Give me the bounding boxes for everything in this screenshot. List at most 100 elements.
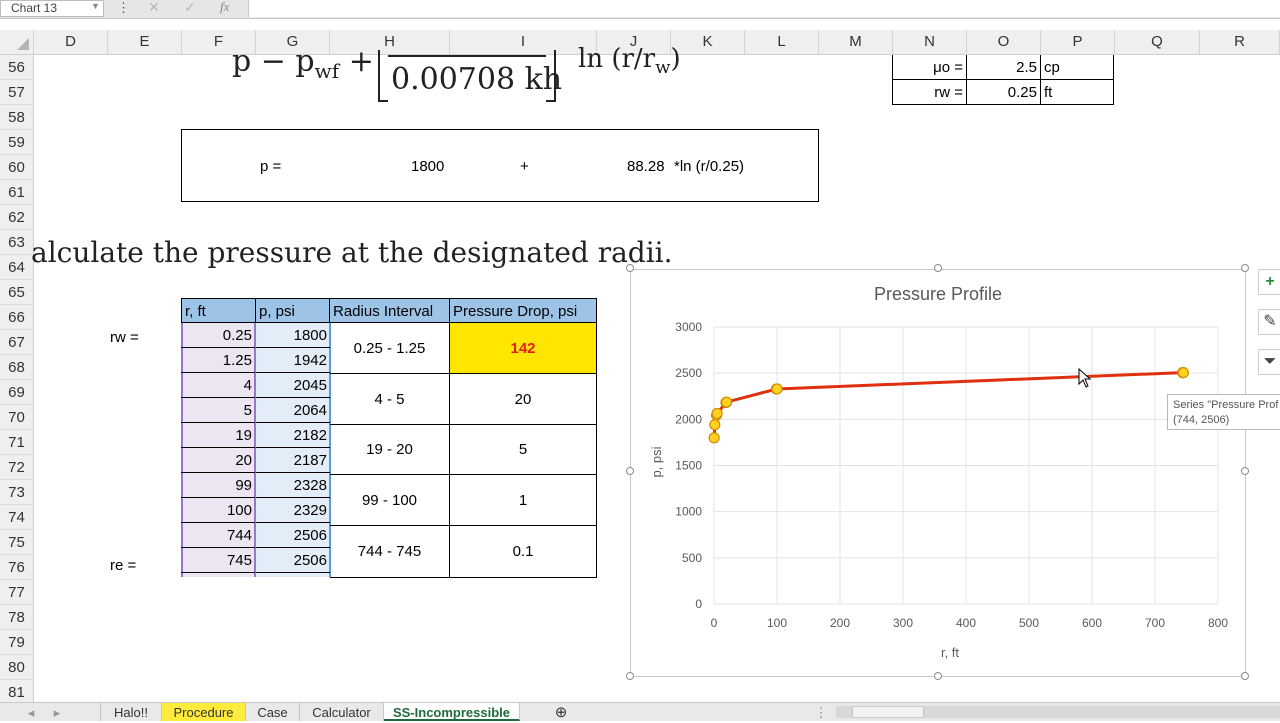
data-point[interactable] xyxy=(709,419,721,431)
cell-p[interactable]: 2182 xyxy=(256,423,330,448)
column-header[interactable]: P xyxy=(1041,30,1115,54)
cell-p[interactable]: 2329 xyxy=(256,498,330,523)
cell-p[interactable]: 2506 xyxy=(256,548,330,573)
x-axis-title[interactable]: r, ft xyxy=(941,645,959,660)
data-point[interactable] xyxy=(1177,367,1189,379)
header-r[interactable]: r, ft xyxy=(181,298,256,323)
row-header[interactable]: 74 xyxy=(0,505,33,530)
function-icon[interactable]: fx xyxy=(220,0,229,15)
row-header[interactable]: 75 xyxy=(0,530,33,555)
row-header[interactable]: 67 xyxy=(0,330,33,355)
cell-interval[interactable]: 19 - 20 xyxy=(330,425,450,475)
plus-circle-icon[interactable]: ⊕ xyxy=(548,703,574,721)
scrollbar-thumb[interactable] xyxy=(852,706,924,718)
header-p[interactable]: p, psi xyxy=(256,298,330,323)
data-point[interactable] xyxy=(708,432,720,444)
cell-r[interactable]: 20 xyxy=(181,448,255,473)
scroll-right-icon[interactable]: ▸ xyxy=(46,703,68,721)
data-point[interactable] xyxy=(711,407,723,420)
resize-handle[interactable] xyxy=(934,264,942,272)
param-label[interactable]: rw = xyxy=(893,80,967,105)
row-header[interactable]: 66 xyxy=(0,305,33,330)
resize-handle[interactable] xyxy=(1241,264,1249,272)
column-header[interactable]: M xyxy=(819,30,893,54)
column-header[interactable]: I xyxy=(450,30,597,54)
row-header[interactable]: 68 xyxy=(0,355,33,380)
column-header[interactable]: O xyxy=(967,30,1041,54)
scroll-left-icon[interactable]: ◂ xyxy=(20,703,42,721)
cell-r[interactable]: 744 xyxy=(181,523,255,548)
formula-box[interactable]: p = 1800 + 88.28 *ln (r/0.25) xyxy=(181,129,819,202)
row-header[interactable]: 65 xyxy=(0,280,33,305)
param-unit[interactable]: cp xyxy=(1041,55,1114,80)
row-header[interactable]: 77 xyxy=(0,580,33,605)
series-line[interactable] xyxy=(712,371,1184,438)
row-header[interactable]: 69 xyxy=(0,380,33,405)
cell-p[interactable]: 2187 xyxy=(256,448,330,473)
chart-elements-button[interactable]: + xyxy=(1258,269,1280,295)
row-header[interactable]: 78 xyxy=(0,605,33,630)
resize-handle[interactable] xyxy=(1241,672,1249,680)
cell-drop[interactable]: 5 xyxy=(450,425,597,475)
cell-r[interactable]: 4 xyxy=(181,373,255,398)
chart-styles-button[interactable]: ✎ xyxy=(1258,309,1280,335)
chart-filters-button[interactable]: ⏷ xyxy=(1258,349,1280,375)
y-axis-title[interactable]: p, psi xyxy=(649,446,664,477)
cell-drop[interactable]: 0.1 xyxy=(450,526,597,578)
cell-drop-highlighted[interactable]: 142 xyxy=(450,323,597,374)
cell-p[interactable]: 1942 xyxy=(256,348,330,373)
column-header[interactable]: Q xyxy=(1115,30,1200,54)
header-radius-interval[interactable]: Radius Interval xyxy=(330,298,450,323)
row-header[interactable]: 63 xyxy=(0,230,33,255)
cell-interval[interactable]: 99 - 100 xyxy=(330,475,450,526)
column-header[interactable]: N xyxy=(893,30,967,54)
param-value[interactable]: 0.25 xyxy=(967,80,1041,105)
row-header[interactable]: 70 xyxy=(0,405,33,430)
name-box[interactable]: Chart 13 xyxy=(0,0,104,17)
chart-title[interactable]: Pressure Profile xyxy=(874,284,1002,304)
row-header[interactable]: 80 xyxy=(0,655,33,680)
row-header[interactable]: 71 xyxy=(0,430,33,455)
param-unit[interactable]: ft xyxy=(1041,80,1114,105)
cell-r[interactable]: 0.25 xyxy=(181,323,255,348)
vertical-ellipsis-icon[interactable]: ⋮ xyxy=(812,703,830,721)
row-header[interactable]: 79 xyxy=(0,630,33,655)
data-point[interactable] xyxy=(720,396,733,408)
cell-r[interactable]: 5 xyxy=(181,398,255,423)
formula-input[interactable] xyxy=(248,0,1280,17)
cell-r[interactable]: 100 xyxy=(181,498,255,523)
vertical-ellipsis-icon[interactable]: ⋮ xyxy=(117,0,130,16)
cell-interval[interactable]: 4 - 5 xyxy=(330,374,450,425)
row-header[interactable]: 56 xyxy=(0,55,33,80)
column-header[interactable]: L xyxy=(745,30,819,54)
cell-drop[interactable]: 20 xyxy=(450,374,597,425)
resize-handle[interactable] xyxy=(934,672,942,680)
resize-handle[interactable] xyxy=(626,264,634,272)
cell-drop[interactable]: 1 xyxy=(450,475,597,526)
cell-interval[interactable]: 0.25 - 1.25 xyxy=(330,323,450,374)
cell-p[interactable]: 2045 xyxy=(256,373,330,398)
row-header[interactable]: 61 xyxy=(0,180,33,205)
row-header[interactable]: 62 xyxy=(0,205,33,230)
row-header[interactable]: 64 xyxy=(0,255,33,280)
column-header[interactable]: K xyxy=(671,30,745,54)
header-pressure-drop[interactable]: Pressure Drop, psi xyxy=(450,298,597,323)
resize-handle[interactable] xyxy=(626,467,634,475)
select-all-triangle-icon[interactable] xyxy=(17,38,29,50)
cell-r[interactable]: 745 xyxy=(181,548,255,573)
row-header[interactable]: 72 xyxy=(0,455,33,480)
cell-p[interactable]: 2506 xyxy=(256,523,330,548)
row-header[interactable]: 76 xyxy=(0,555,33,580)
close-icon[interactable]: ✕ xyxy=(148,0,160,16)
cell-p[interactable]: 2328 xyxy=(256,473,330,498)
resize-handle[interactable] xyxy=(1241,467,1249,475)
resize-handle[interactable] xyxy=(626,672,634,680)
sheet-tab-active[interactable]: SS-Incompressible xyxy=(384,703,520,721)
param-value[interactable]: 2.5 xyxy=(967,55,1041,80)
column-header[interactable]: R xyxy=(1200,30,1280,54)
column-header[interactable]: D xyxy=(34,30,108,54)
sheet-tab[interactable]: Procedure xyxy=(162,703,246,721)
row-header[interactable]: 59 xyxy=(0,130,33,155)
row-header[interactable]: 73 xyxy=(0,480,33,505)
sheet-tab[interactable]: Calculator xyxy=(300,703,384,721)
